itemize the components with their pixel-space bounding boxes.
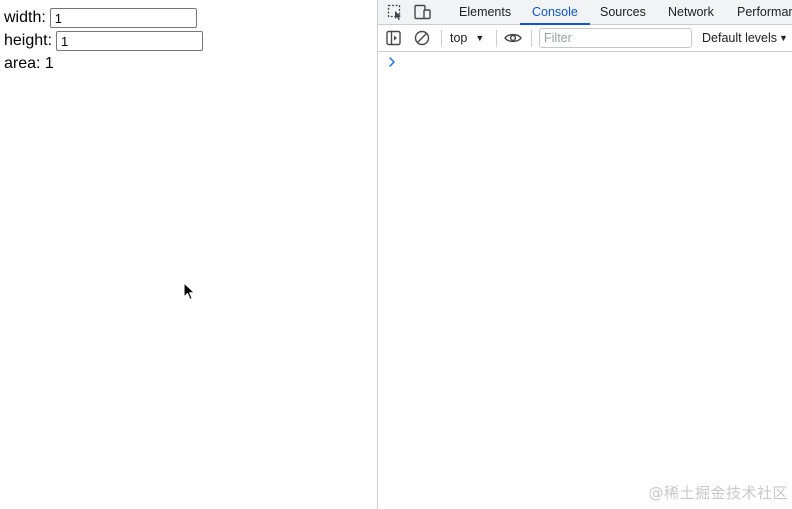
toolbar-divider — [531, 30, 532, 47]
tab-console[interactable]: Console — [520, 0, 590, 25]
width-label: width: — [4, 9, 46, 26]
dropdown-arrow-icon: ▼ — [475, 33, 485, 43]
toolbar-divider — [496, 30, 497, 47]
dropdown-arrow-icon: ▼ — [779, 33, 788, 43]
page-viewport: width: height: area: 1 — [0, 0, 377, 509]
console-prompt-chevron-icon — [389, 57, 395, 67]
devtools-tab-bar: Elements Console Sources Network Perform… — [378, 0, 792, 25]
clear-console-icon[interactable] — [412, 29, 432, 47]
devtools-panel: Elements Console Sources Network Perform… — [377, 0, 792, 509]
height-row: height: — [4, 30, 204, 52]
log-levels-dropdown[interactable]: Default levels ▼ — [702, 29, 788, 47]
toolbar-divider — [441, 30, 442, 47]
tab-sources[interactable]: Sources — [600, 0, 646, 24]
eye-icon[interactable] — [503, 29, 523, 47]
mouse-cursor-icon — [183, 282, 196, 301]
levels-label: Default levels — [702, 31, 778, 45]
context-selector[interactable]: top ▼ — [450, 29, 484, 47]
width-input[interactable] — [49, 8, 197, 28]
inspect-element-icon[interactable] — [386, 3, 406, 21]
tab-elements[interactable]: Elements — [459, 0, 511, 24]
console-filter-input[interactable] — [539, 28, 692, 48]
height-input[interactable] — [56, 31, 204, 51]
device-toolbar-icon[interactable] — [413, 3, 433, 21]
tab-performance[interactable]: Performan — [737, 0, 792, 24]
console-output[interactable] — [378, 52, 792, 509]
sidebar-toggle-icon[interactable] — [384, 29, 404, 47]
console-toolbar: top▼ Default levels▼ — [378, 25, 792, 52]
width-row: width: — [4, 7, 197, 29]
area-output: area: 1 — [4, 55, 54, 72]
watermark: @稀土掘金技术社区 — [648, 484, 788, 502]
context-value: top — [450, 31, 468, 45]
tab-network[interactable]: Network — [668, 0, 714, 24]
height-label: height: — [4, 32, 53, 49]
